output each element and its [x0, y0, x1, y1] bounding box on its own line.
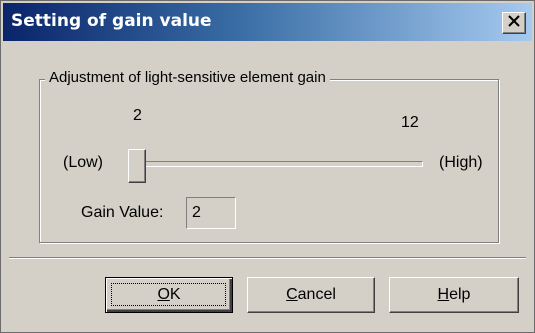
- slider-max-value-label: 12: [401, 114, 419, 131]
- slider-min-value-label: 2: [133, 107, 142, 124]
- slider-track[interactable]: [131, 161, 423, 167]
- separator: [9, 257, 526, 259]
- ok-button-label: OK: [157, 286, 181, 303]
- cancel-button[interactable]: Cancel: [247, 277, 375, 313]
- help-button-label: Help: [437, 286, 471, 303]
- ok-button[interactable]: OK: [105, 277, 233, 313]
- close-icon: [508, 14, 520, 32]
- gain-slider-thumb[interactable]: [128, 149, 146, 183]
- dialog-title: Setting of gain value: [11, 11, 212, 31]
- title-bar[interactable]: Setting of gain value: [3, 3, 532, 41]
- gain-value-label: Gain Value:: [81, 204, 164, 221]
- gain-value-field: 2: [186, 197, 236, 229]
- help-button[interactable]: Help: [389, 277, 519, 313]
- cancel-button-label: Cancel: [286, 286, 336, 303]
- close-button[interactable]: [502, 12, 526, 34]
- gain-setting-dialog: Setting of gain value Adjustment of ligh…: [0, 0, 535, 333]
- slider-low-label: (Low): [63, 154, 104, 171]
- slider-high-label: (High): [439, 154, 483, 171]
- groupbox-legend: Adjustment of light-sensitive element ga…: [45, 69, 330, 86]
